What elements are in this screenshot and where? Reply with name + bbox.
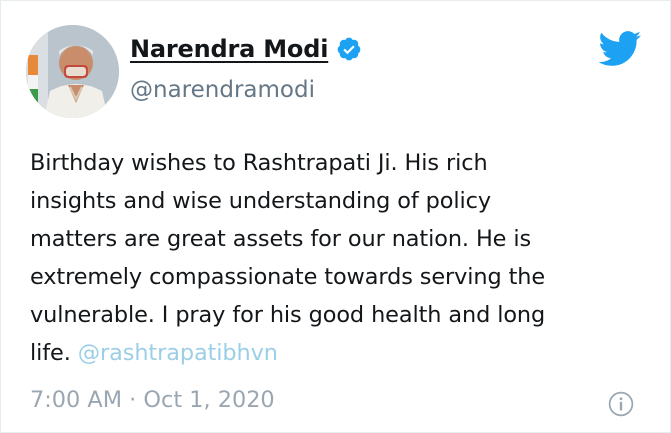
tweet-line: matters are great assets for our nation.… — [30, 226, 532, 252]
twitter-bird-icon[interactable] — [598, 31, 642, 67]
tweet-line-last: life. @rashtrapatibhvn — [30, 334, 650, 372]
info-icon[interactable] — [608, 391, 634, 417]
tweet-text: Birthday wishes to Rashtrapati Ji. His r… — [30, 144, 650, 372]
tweet-timestamp[interactable]: 7:00 AM · Oct 1, 2020 — [30, 387, 275, 413]
author-row: Narendra Modi — [130, 35, 362, 63]
verified-badge-icon — [337, 37, 361, 61]
tweet-line: Birthday wishes to Rashtrapati Ji. His r… — [30, 150, 488, 176]
author-handle[interactable]: @narendramodi — [130, 77, 315, 103]
tweet-line: insights and wise understanding of polic… — [30, 188, 491, 214]
avatar-image — [26, 25, 119, 118]
tweet-line: vulnerable. I pray for his good health a… — [30, 302, 546, 328]
tweet-card: Narendra Modi @narendramodi Birthday wis… — [0, 0, 671, 433]
author-display-name[interactable]: Narendra Modi — [130, 35, 328, 63]
avatar[interactable] — [26, 25, 119, 118]
tweet-line: life. — [30, 340, 78, 366]
tweet-line: extremely compassionate towards serving … — [30, 264, 546, 290]
mention-link[interactable]: @rashtrapatibhvn — [78, 340, 278, 366]
